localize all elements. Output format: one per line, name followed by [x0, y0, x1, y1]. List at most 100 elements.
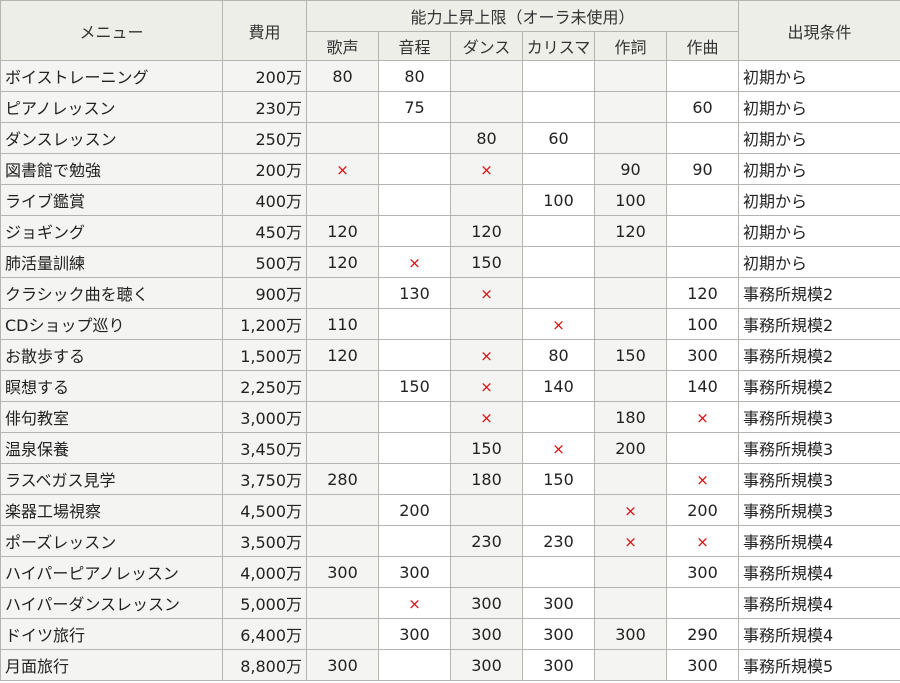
cost-cell: 8,800万 — [222, 649, 307, 681]
stat-cell — [522, 60, 595, 92]
stat-cell: × — [306, 153, 379, 185]
condition-cell: 初期から — [738, 122, 900, 154]
cross-mark-icon: × — [480, 377, 493, 396]
cross-mark-icon: × — [480, 346, 493, 365]
menu-name-cell: ラスベガス見学 — [0, 463, 223, 495]
condition-cell: 初期から — [738, 153, 900, 185]
stat-cell: 75 — [378, 91, 451, 123]
stat-cell — [378, 525, 451, 557]
cross-mark-icon: × — [696, 408, 709, 427]
stat-cell: × — [665, 401, 740, 433]
table-row: ライブ鑑賞 400万 100 100 初期から — [0, 184, 900, 216]
condition-cell: 事務所規模3 — [738, 463, 900, 495]
stat-cell: 110 — [306, 308, 379, 340]
table-row: ダンスレッスン 250万 80 60 初期から — [0, 122, 900, 154]
stat-cell: 300 — [450, 618, 523, 650]
stat-cell: 150 — [522, 463, 595, 495]
stat-cell — [594, 60, 667, 92]
stat-cell: 120 — [450, 215, 523, 247]
stat-cell: 150 — [594, 339, 667, 371]
table-row: ボイストレーニング 200万 80 80 初期から — [0, 60, 900, 92]
stat-cell — [594, 370, 667, 402]
stat-cell: × — [522, 308, 595, 340]
stat-cell — [378, 122, 451, 154]
menu-name-cell: 月面旅行 — [0, 649, 223, 681]
menu-name-cell: ライブ鑑賞 — [0, 184, 223, 216]
stat-cell — [306, 525, 379, 557]
cost-cell: 250万 — [222, 122, 307, 154]
cost-cell: 6,400万 — [222, 618, 307, 650]
stat-cell — [378, 463, 451, 495]
condition-cell: 事務所規模3 — [738, 494, 900, 526]
stat-cell: 120 — [594, 215, 667, 247]
stat-cell: 120 — [306, 246, 379, 278]
stat-cell: 290 — [665, 618, 740, 650]
table-row: 図書館で勉強 200万 × × 90 90 初期から — [0, 153, 900, 185]
cost-cell: 4,000万 — [222, 556, 307, 588]
cost-cell: 1,200万 — [222, 308, 307, 340]
table-row: CDショップ巡り 1,200万 110 × 100 事務所規模2 — [0, 308, 900, 340]
stat-cell — [665, 587, 740, 619]
stat-cell — [306, 587, 379, 619]
stat-cell — [378, 215, 451, 247]
menu-name-cell: 肺活量訓練 — [0, 246, 223, 278]
stat-cell — [378, 184, 451, 216]
menu-name-cell: ダンスレッスン — [0, 122, 223, 154]
table-row: 俳句教室 3,000万 × 180 × 事務所規模3 — [0, 401, 900, 433]
stat-cell: 80 — [450, 122, 523, 154]
table-row: ジョギング 450万 120 120 120 初期から — [0, 215, 900, 247]
stat-cell: × — [378, 587, 451, 619]
stat-cell — [665, 215, 740, 247]
cost-cell: 3,450万 — [222, 432, 307, 464]
stat-cell: 230 — [450, 525, 523, 557]
table-row: ポーズレッスン 3,500万 230 230 × × 事務所規模4 — [0, 525, 900, 557]
stat-cell — [378, 308, 451, 340]
cross-mark-icon: × — [408, 253, 421, 272]
menu-name-cell: 図書館で勉強 — [0, 153, 223, 185]
menu-name-cell: ハイパーピアノレッスン — [0, 556, 223, 588]
stat-cell: 100 — [665, 308, 740, 340]
cost-cell: 3,750万 — [222, 463, 307, 495]
stat-cell — [378, 339, 451, 371]
cost-cell: 3,500万 — [222, 525, 307, 557]
stat-cell: 300 — [450, 587, 523, 619]
header-ability-limit: 能力上昇上限（オーラ未使用） — [305, 0, 740, 32]
stat-cell — [306, 618, 379, 650]
stat-cell: × — [522, 432, 595, 464]
menu-name-cell: ボイストレーニング — [0, 60, 223, 92]
stat-cell — [306, 432, 379, 464]
header-menu: メニュー — [0, 0, 223, 61]
stat-cell: 100 — [594, 184, 667, 216]
cross-mark-icon: × — [696, 470, 709, 489]
table-row: お散歩する 1,500万 120 × 80 150 300 事務所規模2 — [0, 339, 900, 371]
stat-cell — [450, 556, 523, 588]
stat-cell: 200 — [378, 494, 451, 526]
table-body: ボイストレーニング 200万 80 80 初期から ピアノレッスン 230万 75 60 初期から… — [0, 60, 900, 681]
menu-name-cell: 瞑想する — [0, 370, 223, 402]
header-stat-vocal: 歌声 — [306, 31, 379, 61]
stat-cell — [594, 308, 667, 340]
header-row-top: メニュー 費用 能力上昇上限（オーラ未使用） 出現条件 — [0, 0, 900, 61]
stat-cell: 120 — [306, 215, 379, 247]
menu-name-cell: 温泉保養 — [0, 432, 223, 464]
condition-cell: 初期から — [738, 215, 900, 247]
stat-cell: 230 — [522, 525, 595, 557]
cross-mark-icon: × — [480, 284, 493, 303]
stat-cell: 300 — [665, 339, 740, 371]
stat-cell — [522, 91, 595, 123]
stat-cell — [594, 463, 667, 495]
condition-cell: 事務所規模4 — [738, 618, 900, 650]
stat-cell: 300 — [522, 618, 595, 650]
condition-cell: 事務所規模2 — [738, 370, 900, 402]
stat-cell: 150 — [450, 432, 523, 464]
cost-cell: 230万 — [222, 91, 307, 123]
stat-cell — [594, 587, 667, 619]
stat-cell: 300 — [450, 649, 523, 681]
stat-cell — [306, 184, 379, 216]
stat-cell: 60 — [522, 122, 595, 154]
cost-cell: 5,000万 — [222, 587, 307, 619]
stat-cell: 180 — [450, 463, 523, 495]
stat-cell — [450, 60, 523, 92]
stat-cell: 120 — [665, 277, 740, 309]
header-stat-pitch: 音程 — [378, 31, 451, 61]
